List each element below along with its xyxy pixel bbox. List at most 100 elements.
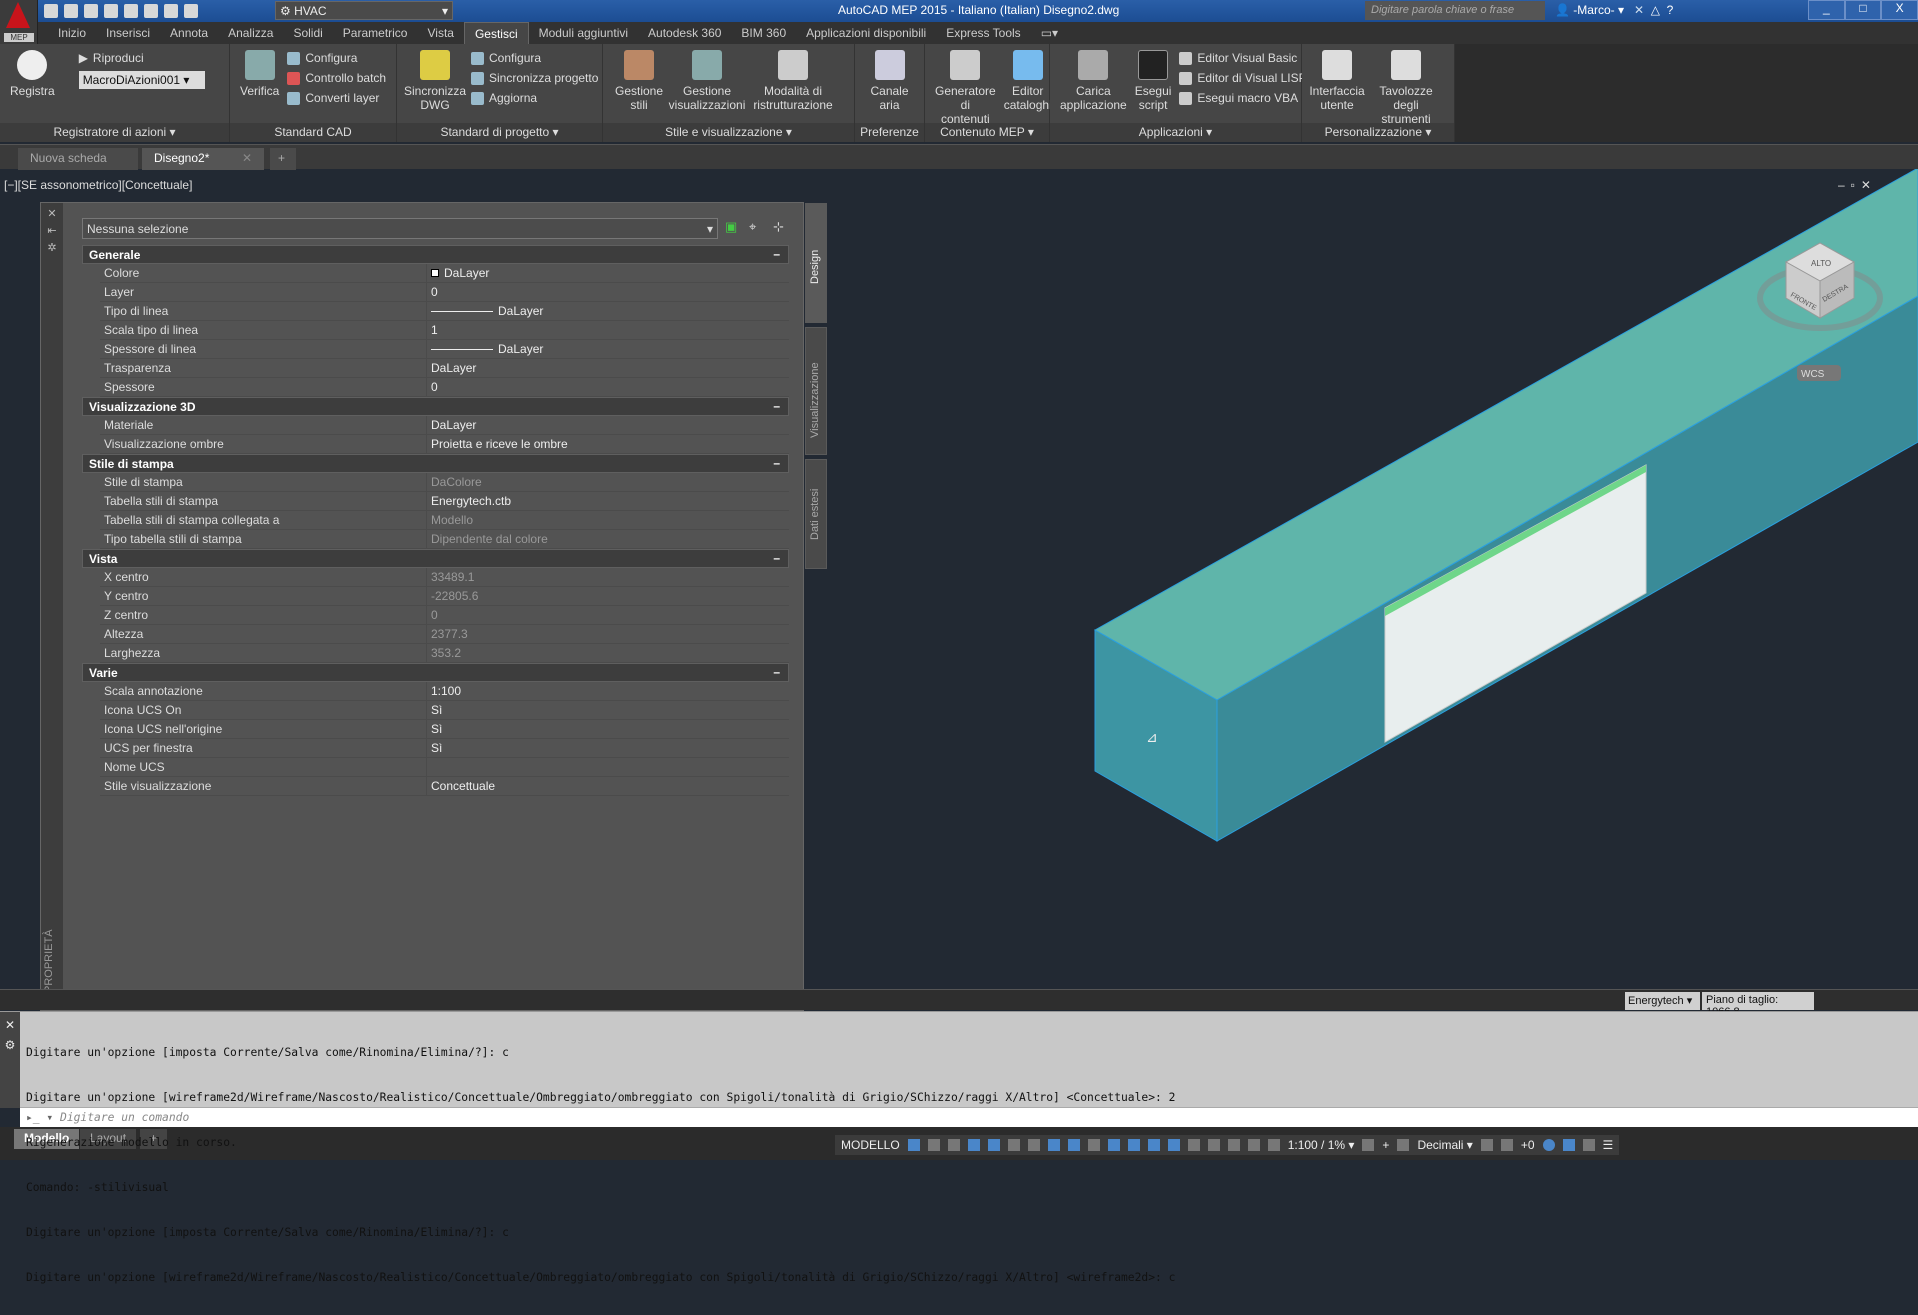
property-row[interactable]: Layer 0 xyxy=(100,283,789,302)
editor-vb-button[interactable]: Editor Visual Basic xyxy=(1179,51,1306,65)
esegui-vba-button[interactable]: Esegui macro VBA xyxy=(1179,91,1306,105)
property-value[interactable] xyxy=(427,758,789,776)
selection-dropdown[interactable]: Nessuna selezione ▾ xyxy=(82,218,718,239)
redo-icon[interactable] xyxy=(144,4,158,18)
property-value[interactable]: Dipendente dal colore xyxy=(427,530,789,548)
property-row[interactable]: Nome UCS xyxy=(100,758,789,777)
tab-annota[interactable]: Annota xyxy=(160,22,218,44)
property-value[interactable]: Sì xyxy=(427,739,789,757)
collapse-icon[interactable]: – xyxy=(773,551,780,565)
close-tab-icon[interactable]: ✕ xyxy=(242,151,252,165)
property-value[interactable]: DaLayer xyxy=(427,340,789,358)
save-icon[interactable] xyxy=(84,4,98,18)
hardware-accel-icon[interactable] xyxy=(1562,1139,1575,1151)
isolate-icon[interactable] xyxy=(1542,1139,1555,1151)
annotation-scale-icon[interactable] xyxy=(1267,1139,1280,1151)
side-tab-dati-estesi[interactable]: Dati estesi xyxy=(805,459,827,569)
maximize-button[interactable]: □ xyxy=(1844,0,1882,20)
property-row[interactable]: Icona UCS On Sì xyxy=(100,701,789,720)
property-value[interactable]: DaLayer xyxy=(427,416,789,434)
section-header[interactable]: Vista – xyxy=(82,549,789,568)
units-dropdown[interactable]: Decimali ▾ xyxy=(1417,1138,1472,1152)
new-icon[interactable] xyxy=(44,4,58,18)
quick-properties-icon[interactable] xyxy=(1480,1139,1493,1151)
collapse-icon[interactable]: – xyxy=(773,247,780,261)
property-row[interactable]: X centro 33489.1 xyxy=(100,568,789,587)
collapse-icon[interactable]: – xyxy=(773,456,780,470)
property-row[interactable]: Stile di stampa DaColore xyxy=(100,473,789,492)
undo-icon[interactable] xyxy=(124,4,138,18)
side-tab-design[interactable]: Design xyxy=(805,203,827,323)
property-row[interactable]: Tipo tabella stili di stampa Dipendente d… xyxy=(100,530,789,549)
property-value[interactable]: DaColore xyxy=(427,473,789,491)
clean-screen-icon[interactable] xyxy=(1582,1139,1595,1151)
property-value[interactable]: Modello xyxy=(427,511,789,529)
open-icon[interactable] xyxy=(64,4,78,18)
autohide-icon[interactable]: ⇤ xyxy=(41,224,63,237)
property-value[interactable]: 1:100 xyxy=(427,682,789,700)
tab-applicazioni-disponibili[interactable]: Applicazioni disponibili xyxy=(796,22,936,44)
cut-plane-value[interactable]: Piano di taglio: 1066.8 xyxy=(1702,992,1814,1018)
riproduci-button[interactable]: ▶ Riproduci xyxy=(79,51,205,65)
selection-filter-icon[interactable] xyxy=(1187,1139,1200,1151)
properties-icon[interactable] xyxy=(184,4,198,18)
panel-label[interactable]: Contenuto MEP ▾ xyxy=(925,123,1049,142)
property-row[interactable]: Visualizzazione ombre Proietta e riceve l… xyxy=(100,435,789,454)
plot-style-dropdown[interactable]: Energytech ▾ xyxy=(1625,992,1700,1010)
customize-icon[interactable]: ⚙ xyxy=(0,1038,20,1052)
property-row[interactable]: Tipo di linea DaLayer xyxy=(100,302,789,321)
property-value[interactable]: DaLayer xyxy=(427,359,789,377)
tab-inserisci[interactable]: Inserisci xyxy=(96,22,160,44)
close-button[interactable]: X xyxy=(1881,0,1918,20)
viewport-window-controls[interactable]: –▫✕ xyxy=(1838,178,1877,192)
property-row[interactable]: Scala annotazione 1:100 xyxy=(100,682,789,701)
select-objects-icon[interactable]: ⌖ xyxy=(749,220,763,234)
print-icon[interactable] xyxy=(104,4,118,18)
property-value[interactable]: -22805.6 xyxy=(427,587,789,605)
property-value[interactable]: Sì xyxy=(427,720,789,738)
purge-icon[interactable] xyxy=(164,4,178,18)
help-icon[interactable]: ? xyxy=(1667,3,1674,17)
minimize-button[interactable]: _ xyxy=(1808,0,1845,20)
panel-label[interactable]: Stile e visualizzazione ▾ xyxy=(603,123,854,142)
configura-button[interactable]: Configura xyxy=(287,51,386,65)
sincronizza-progetto-button[interactable]: Sincronizza progetto xyxy=(471,71,598,85)
annotation-scale-dropdown[interactable]: 1:100 / 1% ▾ xyxy=(1288,1138,1355,1152)
section-header[interactable]: Visualizzazione 3D – xyxy=(82,397,789,416)
side-tab-visualizzazione[interactable]: Visualizzazione xyxy=(805,327,827,455)
tab-autodesk-360[interactable]: Autodesk 360 xyxy=(638,22,731,44)
tab-express-tools[interactable]: Express Tools xyxy=(936,22,1030,44)
macro-dropdown[interactable]: MacroDiAzioni001 ▾ xyxy=(78,71,205,89)
units-icon[interactable] xyxy=(1397,1139,1410,1151)
user-menu[interactable]: 👤 -Marco- ▾ ✕ △ ? xyxy=(1555,3,1673,17)
property-value[interactable]: 2377.3 xyxy=(427,625,789,643)
property-value[interactable]: Concettuale xyxy=(427,777,789,795)
property-row[interactable]: UCS per finestra Sì xyxy=(100,739,789,758)
property-row[interactable]: Spessore di linea DaLayer xyxy=(100,340,789,359)
property-value[interactable]: DaLayer xyxy=(427,264,789,282)
property-value[interactable]: 0 xyxy=(427,378,789,396)
controllo-batch-button[interactable]: Controllo batch xyxy=(287,71,386,85)
panel-label[interactable]: Personalizzazione ▾ xyxy=(1302,123,1454,142)
aggiorna-button[interactable]: Aggiorna xyxy=(471,91,598,105)
quick-select-icon[interactable]: ▣ xyxy=(725,220,739,234)
viewport-controls[interactable]: [−][SE assonometrico][Concettuale] xyxy=(4,178,192,192)
search-input[interactable]: Digitare parola chiave o frase xyxy=(1365,1,1545,20)
property-row[interactable]: Altezza 2377.3 xyxy=(100,625,789,644)
workspace-switch-icon[interactable] xyxy=(1362,1139,1375,1151)
property-row[interactable]: Tabella stili di stampa Energytech.ctb xyxy=(100,492,789,511)
tab-nuova-scheda[interactable]: Nuova scheda xyxy=(18,148,138,170)
tab-analizza[interactable]: Analizza xyxy=(218,22,283,44)
workspace-dropdown[interactable]: ⚙ HVAC ▾ xyxy=(275,1,453,20)
palette-settings-icon[interactable]: ✲ xyxy=(41,241,63,254)
property-value[interactable]: DaLayer xyxy=(427,302,789,320)
property-value[interactable]: 0 xyxy=(427,283,789,301)
property-value[interactable]: Proietta e riceve le ombre xyxy=(427,435,789,453)
panel-label[interactable]: Registratore di azioni ▾ xyxy=(0,123,229,142)
tab-inizio[interactable]: Inizio xyxy=(48,22,96,44)
property-row[interactable]: Spessore 0 xyxy=(100,378,789,397)
property-value[interactable]: 33489.1 xyxy=(427,568,789,586)
annotation-visibility-icon[interactable] xyxy=(1227,1139,1240,1151)
configura-progetto-button[interactable]: Configura xyxy=(471,51,598,65)
converti-layer-button[interactable]: Converti layer xyxy=(287,91,386,105)
